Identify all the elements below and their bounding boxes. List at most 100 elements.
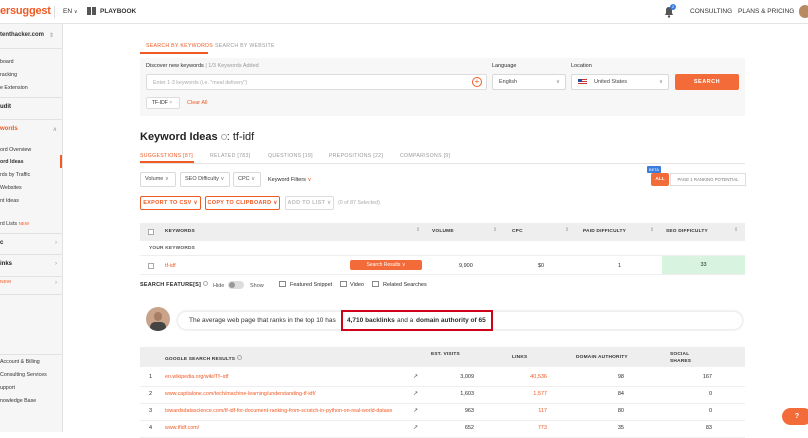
tab-suggestions[interactable]: SUGGESTIONS [87] — [140, 153, 193, 159]
result-url-link[interactable]: www.tfidf.com/ — [165, 425, 410, 431]
sidebar-item-extension[interactable]: e Extension — [0, 85, 28, 91]
chevron-down-icon: ∨ — [273, 200, 278, 206]
links-value[interactable]: 40,536 — [525, 374, 547, 380]
sort-icon[interactable]: ⇕ — [493, 227, 497, 233]
col-volume[interactable]: VOLUME — [432, 229, 454, 234]
col-keywords[interactable]: KEYWORDS — [165, 229, 195, 234]
notifications-button[interactable]: 2 — [663, 4, 676, 18]
related-searches-icon — [372, 281, 379, 287]
close-icon[interactable]: × — [169, 100, 172, 106]
chevron-down-icon: ∨ — [220, 176, 225, 182]
page1-ranking-toggle[interactable]: PAGE 1 RANKING POTENTIAL — [670, 173, 746, 186]
export-csv-button[interactable]: EXPORT TO CSV ∨ — [140, 196, 201, 210]
seo-difficulty-filter[interactable]: SEO Difficulty ∨ — [180, 172, 230, 187]
sidebar-item-backlinks[interactable]: inks — [0, 261, 12, 267]
domain-authority-value: 84 — [617, 391, 624, 397]
col-paid-difficulty[interactable]: PAID DIFFICULTY — [583, 229, 626, 234]
external-link-icon[interactable]: ↗ — [413, 407, 418, 414]
site-selector[interactable]: tenthacker.com — [0, 32, 44, 38]
features-toggle[interactable] — [228, 281, 244, 289]
select-all-checkbox[interactable] — [148, 229, 154, 235]
sort-icon[interactable]: ⇕ — [416, 227, 420, 233]
keyword-filters-button[interactable]: Keyword Filters ∨ — [268, 177, 311, 183]
sidebar-item-c[interactable]: c — [0, 240, 3, 246]
social-shares-value: 0 — [708, 391, 712, 397]
result-url-link[interactable]: www.capitalone.com/tech/machine-learning… — [165, 391, 410, 397]
cpc-value: $0 — [538, 263, 545, 269]
chevron-down-icon: ∨ — [193, 200, 198, 206]
avatar[interactable] — [799, 5, 808, 18]
chevron-down-icon: ∨ — [307, 177, 312, 183]
external-link-icon[interactable]: ↗ — [413, 424, 418, 431]
search-button[interactable]: SEARCH — [675, 74, 739, 90]
sidebar-item-keyword-lists[interactable]: rd Lists NEW — [0, 221, 29, 227]
volume-filter[interactable]: Volume ∨ — [140, 172, 176, 187]
sidebar-item-dashboard[interactable]: board — [0, 59, 14, 65]
domain-authority-value: 80 — [617, 408, 624, 414]
links-value[interactable]: 773 — [525, 425, 547, 431]
search-results-button[interactable]: Search Results ∨ — [350, 260, 422, 270]
language-select[interactable]: English ∨ — [492, 74, 566, 90]
tab-questions[interactable]: QUESTIONS [19] — [268, 153, 313, 159]
copy-clipboard-button[interactable]: COPY TO CLIPBOARD ∨ — [205, 196, 280, 210]
tab-search-by-keywords[interactable]: SEARCH BY KEYWORDS — [146, 43, 213, 49]
insight-mid: and a — [397, 317, 414, 324]
tab-search-by-website[interactable]: SEARCH BY WEBSITE — [215, 43, 275, 49]
all-toggle[interactable]: ALL — [651, 173, 669, 186]
sidebar: tenthacker.com ⇕ board racking e Extensi… — [0, 24, 63, 432]
sidebar-item-support[interactable]: upport — [0, 385, 15, 391]
col-seo-difficulty[interactable]: SEO DIFFICULTY — [666, 229, 708, 234]
seo-difficulty-value: 33 — [662, 256, 745, 274]
sidebar-item-knowledge-base[interactable]: nowledge Base — [0, 398, 36, 404]
sidebar-item-account-billing[interactable]: Account & Billing — [0, 359, 40, 365]
logo[interactable]: ersuggest — [0, 5, 51, 17]
language-selector[interactable]: EN ∨ — [63, 8, 78, 15]
sort-icon[interactable]: ⇕ — [565, 227, 569, 233]
consulting-link[interactable]: CONSULTING — [690, 8, 732, 15]
sidebar-item-keyword-overview[interactable]: ord Overview — [0, 147, 31, 153]
sidebar-item-consulting-services[interactable]: Consulting Services — [0, 372, 47, 378]
header-text: GOOGLE SEARCH RESULTS — [165, 357, 236, 362]
row-divider — [140, 403, 745, 404]
result-url-link[interactable]: en.wikipedia.org/wiki/Tf–idf — [165, 374, 410, 380]
sidebar-item-content-ideas[interactable]: nt Ideas — [0, 198, 19, 204]
clear-all-link[interactable]: Clear All — [187, 100, 207, 106]
chevron-down-icon: ∨ — [555, 79, 560, 85]
sort-icon[interactable]: ⇕ — [734, 227, 738, 233]
keyword-link[interactable]: tf-idf — [165, 263, 176, 269]
col-domain-authority: DOMAIN AUTHORITY — [576, 355, 628, 360]
sidebar-item-similar-websites[interactable]: Websites — [0, 185, 22, 191]
tab-prepositions[interactable]: PREPOSITIONS [22] — [329, 153, 383, 159]
sidebar-item-keywords[interactable]: words — [0, 126, 18, 132]
chevron-down-icon: ∨ — [164, 176, 169, 182]
add-to-list-button[interactable]: ADD TO LIST ∨ — [285, 196, 334, 210]
row-checkbox[interactable] — [148, 263, 154, 269]
cpc-filter[interactable]: CPC ∨ — [233, 172, 261, 187]
links-value[interactable]: 117 — [525, 408, 547, 414]
row-divider — [140, 386, 745, 387]
plans-pricing-link[interactable]: PLANS & PRICING — [738, 8, 794, 15]
filter-label: Volume — [145, 176, 164, 182]
keyword-search-input[interactable]: Enter 1-3 keywords (i.e. "meal delivery"… — [146, 74, 487, 90]
location-select[interactable]: United States ∨ — [571, 74, 669, 90]
col-cpc[interactable]: CPC — [512, 229, 523, 234]
sidebar-item-tracking[interactable]: racking — [0, 72, 17, 78]
tab-comparisons[interactable]: COMPARISONS [9] — [400, 153, 450, 159]
links-value[interactable]: 1,577 — [525, 391, 547, 397]
featured-snippet-icon — [279, 281, 286, 287]
tab-related[interactable]: RELATED [783] — [210, 153, 250, 159]
col-social-shares: SOCIAL SHARES — [670, 352, 692, 364]
playbook-link[interactable]: PLAYBOOK — [100, 8, 136, 15]
sidebar-item-audit[interactable]: udit — [0, 104, 11, 110]
divider — [0, 254, 62, 255]
help-button[interactable]: ? — [782, 408, 808, 425]
sidebar-item-keywords-by-traffic[interactable]: rds by Traffic — [0, 172, 30, 178]
external-link-icon[interactable]: ↗ — [413, 390, 418, 397]
sidebar-item-keyword-ideas[interactable]: ord Ideas — [0, 159, 24, 165]
keywords-added-count: 1/3 Keywords Added — [208, 63, 259, 69]
result-url-link[interactable]: towardsdatascience.com/tf-idf-for-docume… — [165, 408, 410, 414]
add-keyword-icon[interactable]: + — [472, 77, 482, 87]
external-link-icon[interactable]: ↗ — [413, 373, 418, 380]
sort-icon[interactable]: ⇕ — [650, 227, 654, 233]
keyword-chip[interactable]: TF-IDF × — [146, 97, 180, 109]
